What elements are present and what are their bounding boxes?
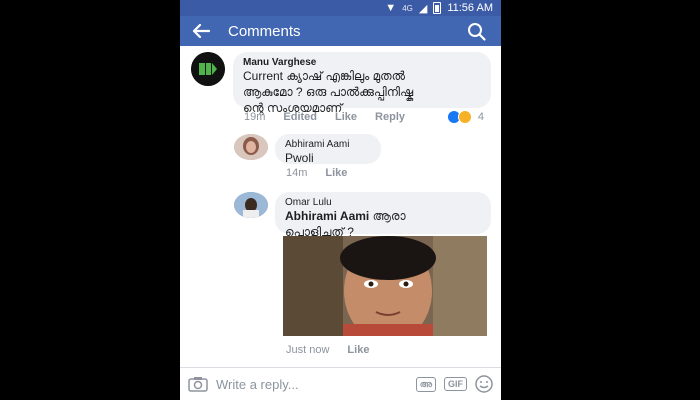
comment-thread: Manu Varghese Current ക്യാഷ് എങ്കിലും മു…: [180, 46, 501, 368]
comment-text-line-1: Current ക്യാഷ് എങ്കിലും മുതൽ: [243, 69, 405, 83]
avatar-omar[interactable]: [234, 192, 268, 218]
back-arrow-icon[interactable]: [192, 24, 210, 38]
emoji-icon[interactable]: [475, 375, 493, 393]
comment-author[interactable]: Abhirami Aami: [285, 139, 371, 150]
comment-image[interactable]: [283, 236, 487, 336]
comment-author[interactable]: Manu Varghese: [243, 57, 481, 68]
reply-input[interactable]: Write a reply...: [216, 377, 408, 392]
reaction-count: 4: [477, 111, 484, 123]
like-button[interactable]: Like: [335, 111, 357, 123]
search-icon[interactable]: [467, 22, 487, 42]
app-bar: Comments: [180, 16, 501, 46]
mention-link[interactable]: Abhirami Aami: [285, 209, 369, 223]
haha-reaction-icon: [457, 110, 472, 124]
logo-avatar-icon: [191, 52, 225, 86]
person-photo-icon: [234, 192, 268, 218]
wifi-icon: ▼: [385, 2, 397, 14]
person-photo-icon: [234, 134, 268, 160]
gif-icon[interactable]: GIF: [444, 377, 467, 391]
comment-time: 19m: [244, 111, 266, 123]
comment-time: 14m: [286, 167, 308, 179]
comment-time: Just now: [286, 344, 330, 356]
reply-composer: Write a reply... അ GIF: [180, 367, 501, 400]
avatar-abhirami[interactable]: [234, 134, 268, 160]
comment-meta-3: Just now Like: [286, 344, 369, 356]
camera-icon[interactable]: [188, 376, 208, 392]
battery-icon: [433, 2, 442, 14]
page-title: Comments: [228, 22, 301, 40]
comment-bubble-1[interactable]: Manu Varghese Current ക്യാഷ് എങ്കിലും മു…: [233, 52, 491, 115]
comment-text-line-2: ആകുമോ ? ഒരു പാൽക്കുപ്പിനിഷ്കു: [243, 85, 414, 99]
like-button[interactable]: Like: [325, 167, 347, 179]
reactions-summary[interactable]: 4: [446, 110, 484, 124]
comment-author[interactable]: Omar Lulu: [285, 197, 481, 208]
phone-screen: ▼ 4G ◢ 11:56 AM Comments Manu Varghese C…: [180, 0, 501, 400]
comment-meta-2: 14m Like: [286, 167, 347, 179]
signal-icon: ◢: [418, 2, 428, 15]
sticker-icon[interactable]: അ: [415, 376, 436, 392]
edited-label[interactable]: Edited: [283, 111, 317, 123]
comment-bubble-3[interactable]: Omar Lulu Abhirami Aami ആരാ പൊളിച്ചത് ?: [275, 192, 491, 239]
avatar-manu[interactable]: [191, 52, 225, 86]
like-button[interactable]: Like: [347, 344, 369, 356]
comment-text: ആരാ: [369, 209, 406, 223]
comment-meta-1: 19m Edited Like Reply 4: [244, 110, 484, 124]
man-face-photo: [283, 236, 487, 336]
comment-text: Pwoli: [285, 151, 314, 165]
status-bar: ▼ 4G ◢ 11:56 AM: [180, 0, 501, 16]
reply-button[interactable]: Reply: [375, 111, 405, 123]
network-label: 4G: [402, 3, 413, 13]
clock: 11:56 AM: [447, 2, 493, 14]
comment-bubble-2[interactable]: Abhirami Aami Pwoli: [275, 134, 381, 165]
